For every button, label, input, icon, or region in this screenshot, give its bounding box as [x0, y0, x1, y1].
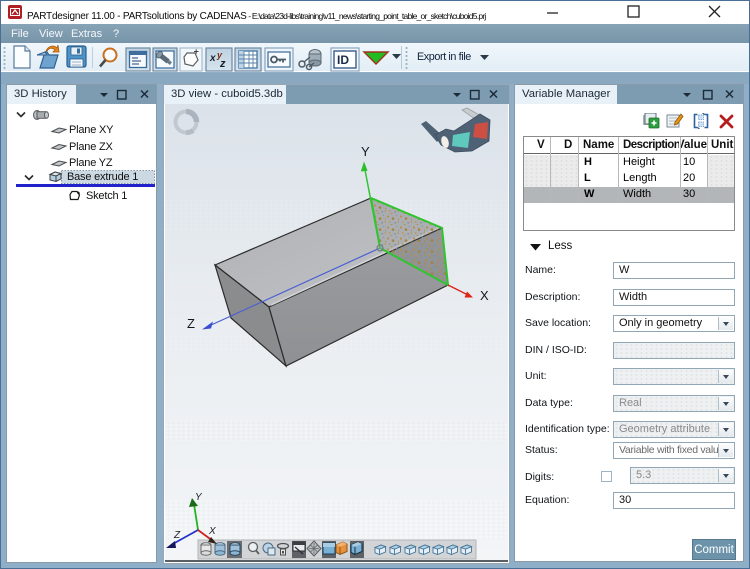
- svg-text:Z: Z: [173, 530, 181, 541]
- svg-text:X: X: [208, 526, 216, 537]
- svg-text:Z: Z: [187, 316, 195, 331]
- svg-text:ID: ID: [337, 53, 349, 67]
- svg-text:X: X: [480, 288, 489, 303]
- svg-text:z: z: [219, 58, 226, 70]
- svg-text:Y: Y: [361, 144, 370, 159]
- svg-text:x: x: [209, 53, 216, 64]
